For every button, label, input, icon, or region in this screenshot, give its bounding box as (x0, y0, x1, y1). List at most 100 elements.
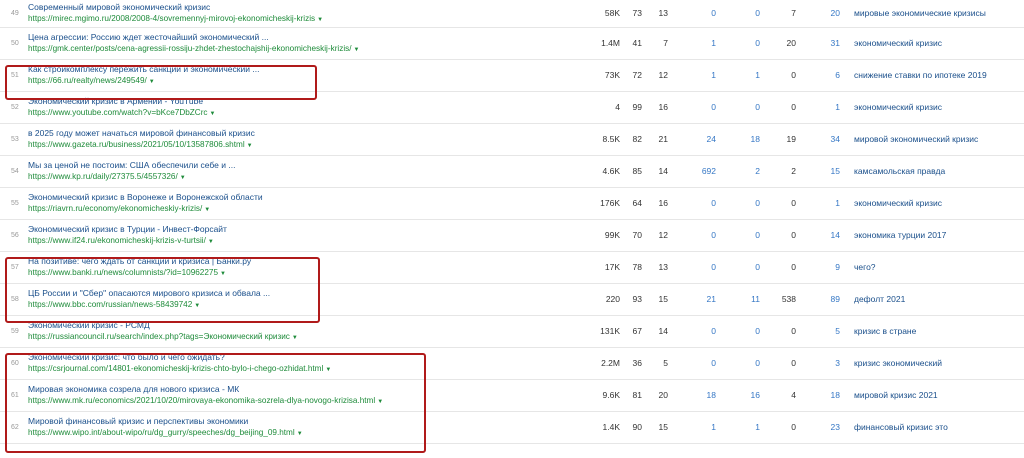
metric-cell: 19 (786, 134, 796, 144)
metric-cell: 1.4K (602, 422, 621, 432)
metric-link[interactable]: 692 (668, 155, 716, 187)
metric-link[interactable]: 34 (796, 123, 840, 155)
metric-link[interactable]: 0 (716, 251, 760, 283)
result-url-text[interactable]: https://www.gazeta.ru/business/2021/05/1… (28, 140, 245, 149)
table-row: 55 Экономический кризис в Воронеже и Воро… (0, 187, 1024, 219)
result-url-text[interactable]: https://gmk.center/posts/cena-agressii-r… (28, 44, 352, 53)
metric-link[interactable]: 5 (796, 315, 840, 347)
metric-link[interactable]: 0 (668, 315, 716, 347)
result-url-text[interactable]: https://mirec.mgimo.ru/2008/2008-4/sovre… (28, 14, 315, 23)
metric-link[interactable]: 9 (796, 251, 840, 283)
metric-link[interactable]: 0 (716, 219, 760, 251)
metric-cell: 99K (604, 230, 620, 240)
metric-cell: 5 (663, 358, 668, 368)
metric-link[interactable]: 0 (668, 347, 716, 379)
metric-link[interactable]: 0 (716, 315, 760, 347)
keyword-link[interactable]: экономический кризис (840, 187, 1012, 219)
result-title-link[interactable]: Современный мировой экономический кризис (28, 1, 566, 13)
metric-link[interactable]: 1 (668, 411, 716, 443)
chevron-down-icon[interactable]: ▼ (204, 207, 210, 213)
metric-link[interactable]: 18 (716, 123, 760, 155)
metric-link[interactable]: 20 (796, 0, 840, 27)
chevron-down-icon[interactable]: ▼ (180, 175, 186, 181)
metric-cell: 538 (781, 294, 796, 304)
metric-link[interactable]: 1 (668, 59, 716, 91)
metric-link[interactable]: 0 (716, 27, 760, 59)
chevron-down-icon[interactable]: ▼ (292, 335, 298, 341)
metric-link[interactable]: 0 (668, 0, 716, 27)
keyword-link[interactable]: мировой экономический кризис (840, 123, 1012, 155)
table-row: 53 в 2025 году может начаться мировой фин… (0, 123, 1024, 155)
metric-link[interactable]: 1 (716, 411, 760, 443)
chevron-down-icon[interactable]: ▼ (317, 17, 323, 23)
result-url-text[interactable]: https://www.kp.ru/daily/27375.5/4557326/ (28, 172, 178, 181)
keyword-link[interactable]: экономический кризис (840, 27, 1012, 59)
metric-cell: 41 (632, 38, 642, 48)
metric-link[interactable]: 0 (668, 91, 716, 123)
result-title-link[interactable]: Экономический кризис в Турции - Инвест-Ф… (28, 223, 566, 235)
metric-link[interactable]: 0 (668, 251, 716, 283)
keyword-link[interactable]: кризис в стране (840, 315, 1012, 347)
result-url[interactable]: https://www.if24.ru/ekonomicheskij-krizi… (28, 235, 566, 248)
result-title-link[interactable]: Цена агрессии: Россию ждет жесточайший э… (28, 31, 566, 43)
chevron-down-icon[interactable]: ▼ (247, 143, 253, 149)
metric-link[interactable]: 0 (668, 187, 716, 219)
metric-link[interactable]: 18 (668, 379, 716, 411)
metric-link[interactable]: 21 (668, 283, 716, 315)
metric-link[interactable]: 31 (796, 27, 840, 59)
metric-link[interactable]: 0 (716, 0, 760, 27)
result-title-link[interactable]: в 2025 году может начаться мировой финан… (28, 127, 566, 139)
metric-link[interactable]: 18 (796, 379, 840, 411)
result-url[interactable]: https://russiancouncil.ru/search/index.p… (28, 331, 566, 344)
metric-link[interactable]: 1 (796, 91, 840, 123)
metric-link[interactable]: 0 (668, 219, 716, 251)
keyword-link[interactable]: кризис экономический (840, 347, 1012, 379)
result-title-link[interactable]: Мы за ценой не постоим: США обеспечили с… (28, 159, 566, 171)
metric-link[interactable]: 16 (716, 379, 760, 411)
keyword-link[interactable]: финансовый кризис это (840, 411, 1012, 443)
metric-link[interactable]: 6 (796, 59, 840, 91)
metric-link[interactable]: 89 (796, 283, 840, 315)
metric-link[interactable]: 15 (796, 155, 840, 187)
metric-link[interactable]: 1 (716, 59, 760, 91)
result-url-text[interactable]: https://riavrn.ru/economy/ekonomicheskiy… (28, 204, 202, 213)
result-url-text[interactable]: https://www.youtube.com/watch?v=bKce7DbZ… (28, 108, 208, 117)
metric-link[interactable]: 2 (716, 155, 760, 187)
keyword-link[interactable]: камсамольская правда (840, 155, 1012, 187)
metric-link[interactable]: 14 (796, 219, 840, 251)
metric-link[interactable]: 24 (668, 123, 716, 155)
keyword-link[interactable]: чего? (840, 251, 1012, 283)
metric-link[interactable]: 3 (796, 347, 840, 379)
result-url[interactable]: https://mirec.mgimo.ru/2008/2008-4/sovre… (28, 13, 566, 26)
volume-cell: 1.7K (1012, 283, 1024, 315)
result-url-text[interactable]: https://www.if24.ru/ekonomicheskij-krizi… (28, 236, 206, 245)
keyword-link[interactable]: экономический кризис (840, 91, 1012, 123)
keyword-link[interactable]: мировой кризис 2021 (840, 379, 1012, 411)
metric-link[interactable]: 0 (716, 91, 760, 123)
keyword-link[interactable]: мировые экономические кризисы (840, 0, 1012, 27)
result-title-link[interactable]: Экономический кризис в Воронеже и Вороне… (28, 191, 566, 203)
metric-link[interactable]: 23 (796, 411, 840, 443)
metric-link[interactable]: 1 (796, 187, 840, 219)
metric-cell: 220 (605, 294, 620, 304)
chevron-down-icon[interactable]: ▼ (208, 239, 214, 245)
chevron-down-icon[interactable]: ▼ (354, 47, 360, 53)
metric-cell: 0 (791, 358, 796, 368)
metric-link[interactable]: 1 (668, 27, 716, 59)
keyword-link[interactable]: снижение ставки по ипотеке 2019 (840, 59, 1012, 91)
metric-link[interactable]: 11 (716, 283, 760, 315)
keyword-link[interactable]: дефолт 2021 (840, 283, 1012, 315)
chevron-down-icon[interactable]: ▼ (210, 111, 216, 117)
row-number: 55 (11, 199, 19, 207)
result-url[interactable]: https://www.kp.ru/daily/27375.5/4557326/… (28, 171, 566, 184)
result-url[interactable]: https://riavrn.ru/economy/ekonomicheskiy… (28, 203, 566, 216)
keyword-link[interactable]: экономика турции 2017 (840, 219, 1012, 251)
result-url[interactable]: https://www.youtube.com/watch?v=bKce7DbZ… (28, 107, 566, 120)
metric-link[interactable]: 0 (716, 347, 760, 379)
result-url-text[interactable]: https://russiancouncil.ru/search/index.p… (28, 332, 290, 341)
metric-link[interactable]: 0 (716, 187, 760, 219)
result-url[interactable]: https://gmk.center/posts/cena-agressii-r… (28, 43, 566, 56)
result-url[interactable]: https://www.gazeta.ru/business/2021/05/1… (28, 139, 566, 152)
metric-cell: 7 (791, 8, 796, 19)
volume-cell: 2.5K (1012, 27, 1024, 59)
